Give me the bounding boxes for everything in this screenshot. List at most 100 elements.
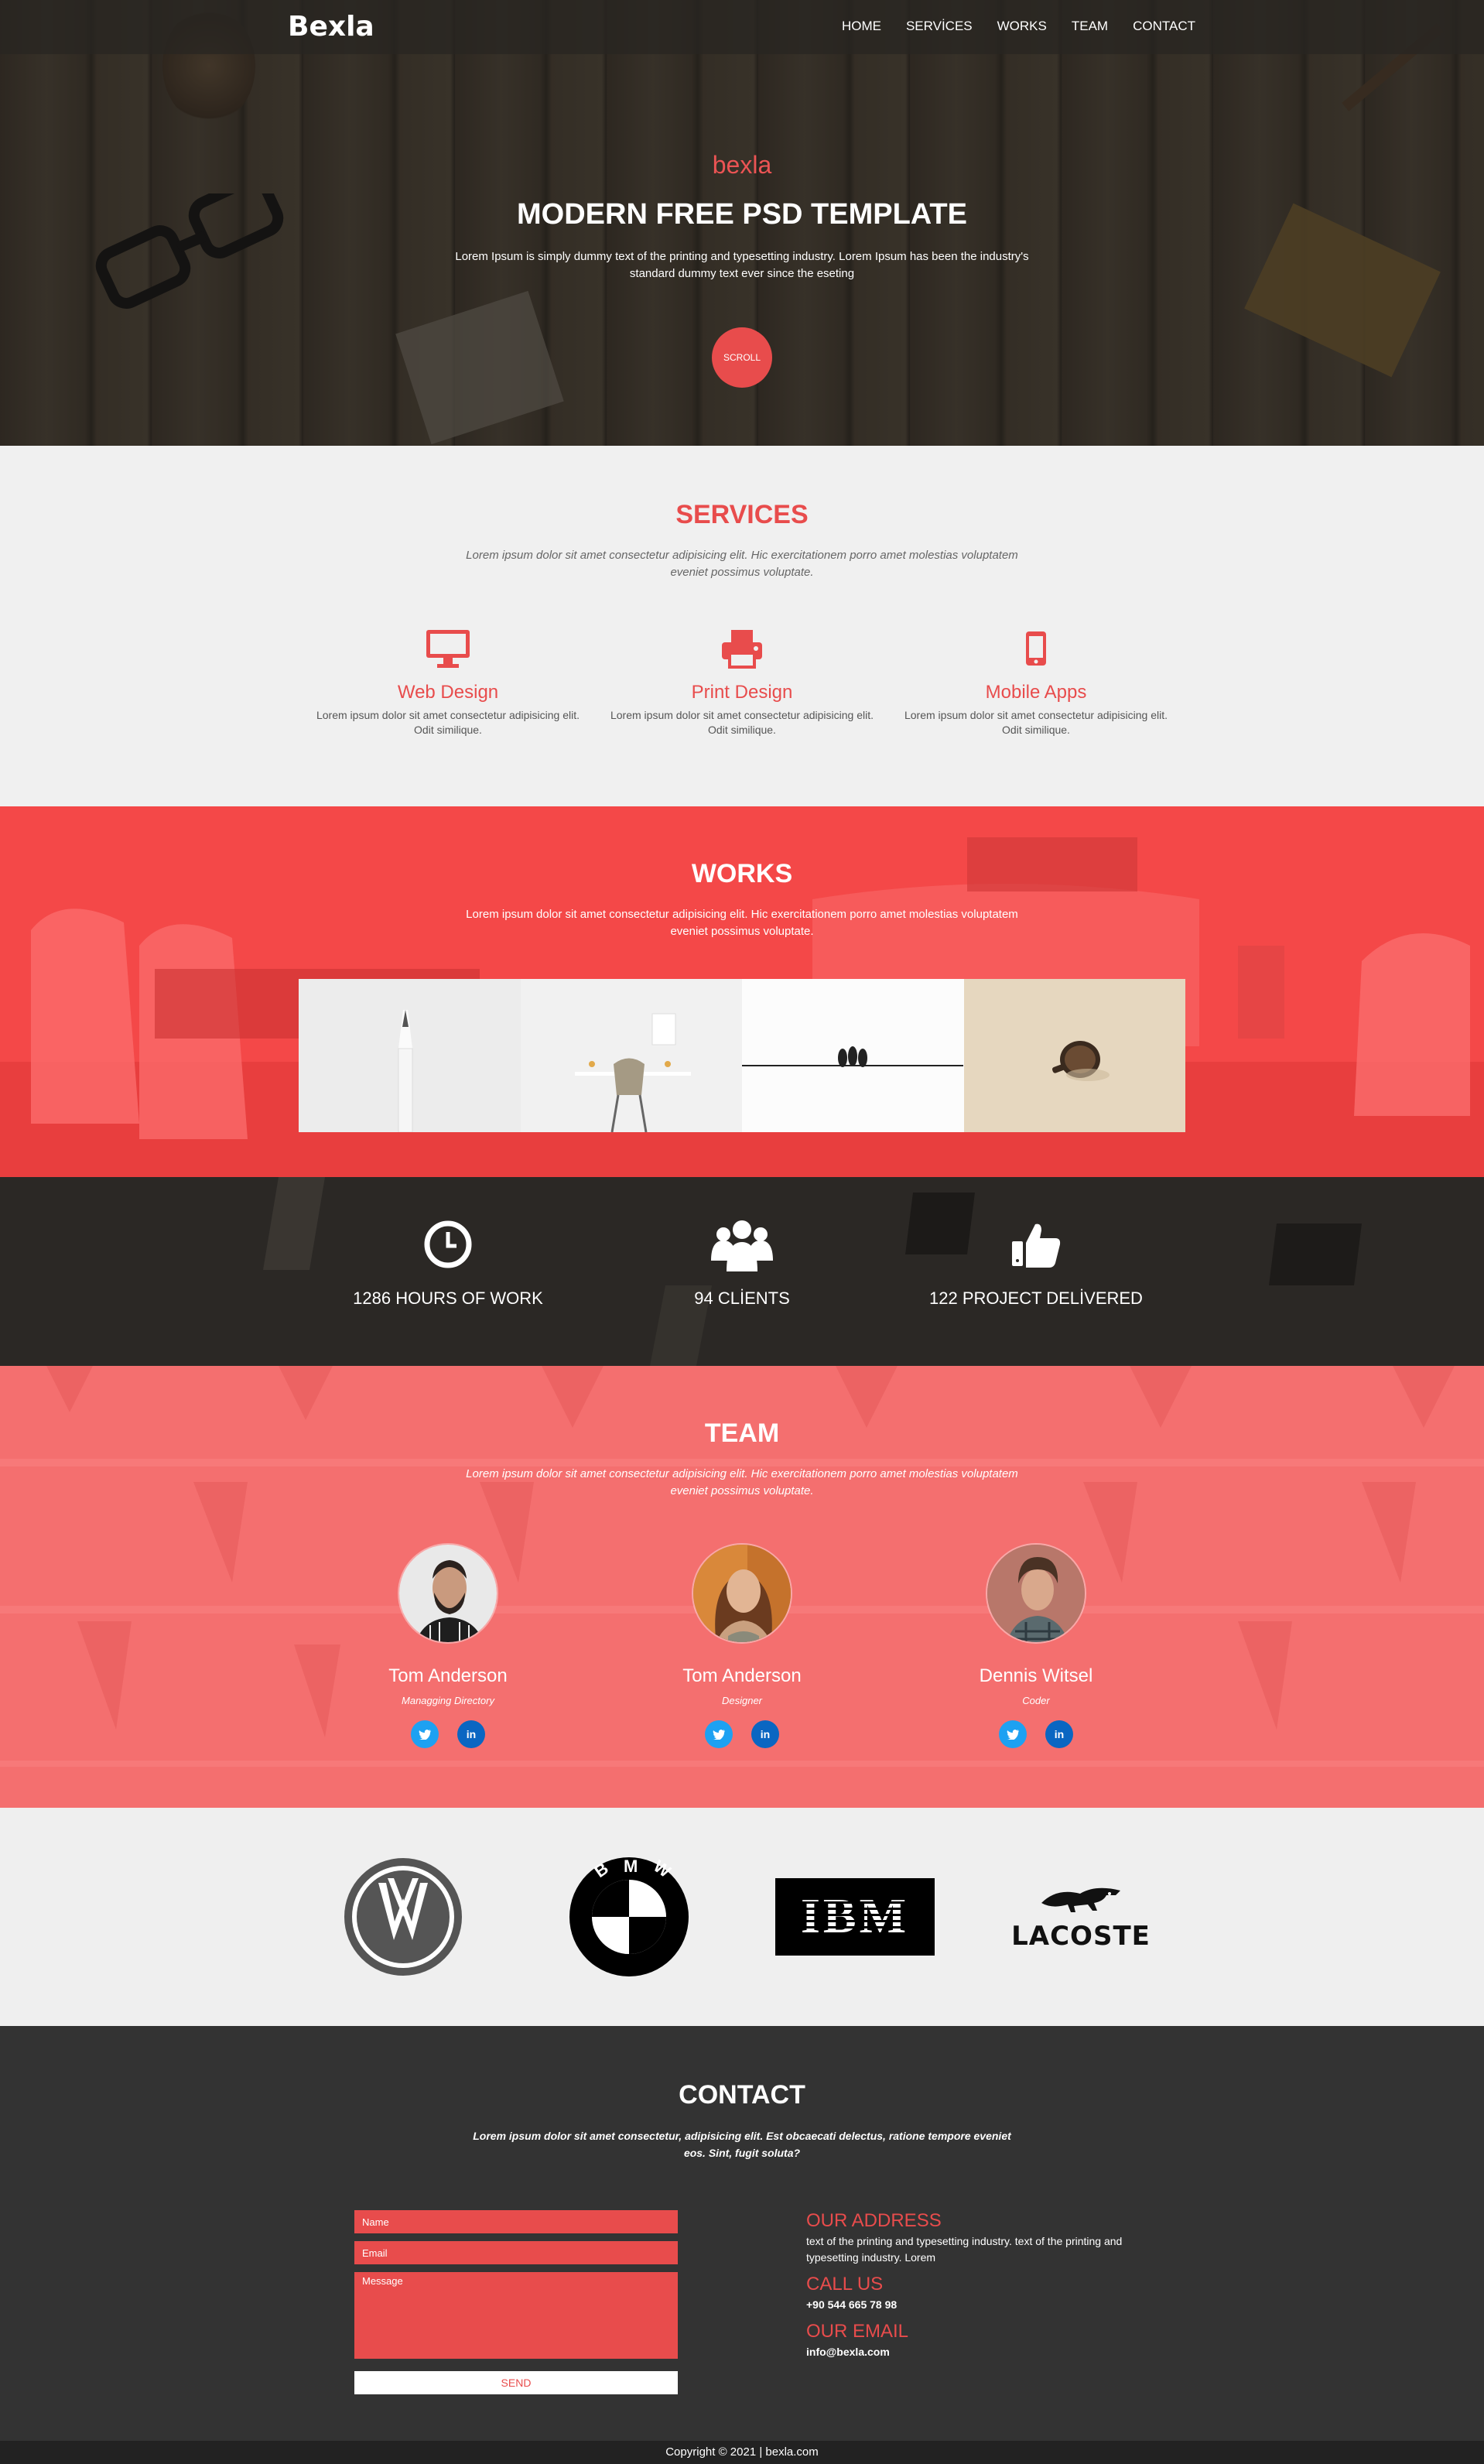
avatar [398,1543,498,1644]
contact-info: OUR ADDRESS text of the printing and typ… [806,2210,1136,2394]
service-item: Print Design Lorem ipsum dolor sit amet … [607,626,877,737]
nav-services[interactable]: SERVİCES [906,19,973,34]
lacoste-logo: LACOSTE [968,1883,1194,1952]
email-title: OUR EMAIL [806,2321,909,2342]
service-name: Print Design [691,682,793,703]
avatar [986,1543,1086,1644]
desk-image [574,1013,691,1132]
service-text: Lorem ipsum dolor sit amet consectetur a… [316,709,580,736]
mobile-icon [901,626,1171,671]
coffee-image [1051,1041,1110,1081]
nav-home[interactable]: HOME [842,19,881,34]
works-section: WORKS Lorem ipsum dolor sit amet consect… [0,806,1484,1177]
member-role: Designer [721,1695,763,1706]
send-button[interactable]: SEND [354,2371,678,2394]
work-tile-pencil[interactable] [299,979,521,1132]
works-title: WORKS [691,859,793,888]
works-subtitle: Lorem ipsum dolor sit amet consectetur a… [466,908,1018,938]
stats-list: 1286 HOURS OF WORK 94 CLİENTS 122 PROJEC… [0,1177,1484,1309]
contact-section: CONTACT Lorem ipsum dolor sit amet conse… [0,2026,1484,2441]
email-field[interactable] [354,2241,678,2264]
stat-label: 122 PROJECT DELİVERED [929,1288,1143,1308]
nav-contact[interactable]: CONTACT [1133,19,1195,34]
hero-content: bexla MODERN FREE PSD TEMPLATE Lorem Ips… [0,151,1484,388]
stat-item: 122 PROJECT DELİVERED [889,1217,1183,1309]
twitter-icon[interactable] [999,1720,1027,1748]
services-list: Web Design Lorem ipsum dolor sit amet co… [0,626,1484,737]
clock-icon [301,1217,595,1271]
team-member: Tom Anderson Managging Directory in [313,1543,583,1748]
works-content: WORKS Lorem ipsum dolor sit amet consect… [0,806,1484,1132]
twitter-icon[interactable] [411,1720,439,1748]
twitter-icon[interactable] [705,1720,733,1748]
bmw-logo: BMW [516,1855,742,1979]
stats-section: 1286 HOURS OF WORK 94 CLİENTS 122 PROJEC… [0,1177,1484,1366]
pencil-image [398,1010,413,1132]
stat-label: 1286 HOURS OF WORK [353,1288,543,1308]
message-field[interactable] [354,2272,678,2359]
services-title: SERVICES [675,500,809,529]
contact-form: SEND [354,2210,678,2394]
users-icon [595,1217,889,1271]
email-address[interactable]: info@bexla.com [806,2344,1136,2360]
ibm-logo: IBM [742,1878,968,1956]
address-text: text of the printing and typesetting ind… [806,2235,1123,2264]
printer-icon [607,626,877,671]
nav-team[interactable]: TEAM [1072,19,1108,34]
member-socials: in [901,1720,1171,1748]
member-role: Coder [1022,1695,1050,1706]
services-section: SERVICES Lorem ipsum dolor sit amet cons… [0,446,1484,806]
works-gallery [299,979,1185,1132]
linkedin-icon[interactable]: in [1045,1720,1073,1748]
stat-label: 94 CLİENTS [694,1288,790,1308]
svg-text:M: M [624,1857,638,1876]
service-item: Mobile Apps Lorem ipsum dolor sit amet c… [901,626,1171,737]
team-section: TEAM Lorem ipsum dolor sit amet consecte… [0,1366,1484,1808]
call-title: CALL US [806,2274,884,2295]
phone-number[interactable]: +90 544 665 78 98 [806,2297,1136,2313]
work-tile-desk[interactable] [520,979,742,1132]
hero-brand: bexla [712,151,772,179]
footer: Copyright © 2021 | bexla.com [0,2441,1484,2464]
birds-image [742,1046,963,1067]
hero-text: Lorem Ipsum is simply dummy text of the … [455,250,1029,280]
service-text: Lorem ipsum dolor sit amet consectetur a… [610,709,874,736]
address-title: OUR ADDRESS [806,2210,942,2231]
service-text: Lorem ipsum dolor sit amet consectetur a… [904,709,1168,736]
work-tile-coffee[interactable] [963,979,1185,1132]
service-name: Web Design [397,682,499,703]
linkedin-icon[interactable]: in [457,1720,485,1748]
member-name: Dennis Witsel [979,1665,1093,1686]
team-content: TEAM Lorem ipsum dolor sit amet consecte… [0,1366,1484,1748]
contact-subtitle: Lorem ipsum dolor sit amet consectetur, … [473,2130,1011,2159]
contact-body: SEND OUR ADDRESS text of the printing an… [354,2210,1136,2394]
member-role: Managging Directory [402,1695,494,1706]
thumbs-up-icon [889,1217,1183,1271]
site-logo[interactable]: Bexla [288,11,374,43]
hero-section: bexla MODERN FREE PSD TEMPLATE Lorem Ips… [0,0,1484,446]
nav-works[interactable]: WORKS [997,19,1047,34]
contact-title: CONTACT [679,2080,805,2110]
member-socials: in [313,1720,583,1748]
team-member: Dennis Witsel Coder in [901,1543,1171,1748]
brands-section: BMW IBM LACOSTE [0,1808,1484,2026]
service-item: Web Design Lorem ipsum dolor sit amet co… [313,626,583,737]
team-member: Tom Anderson Designer in [607,1543,877,1748]
hero-title: MODERN FREE PSD TEMPLATE [517,198,967,231]
avatar [692,1543,792,1644]
team-title: TEAM [704,1419,780,1448]
service-name: Mobile Apps [985,682,1087,703]
work-tile-birds[interactable] [742,979,964,1132]
services-subtitle: Lorem ipsum dolor sit amet consectetur a… [466,549,1018,579]
monitor-icon [313,626,583,671]
team-subtitle: Lorem ipsum dolor sit amet consectetur a… [466,1467,1018,1497]
linkedin-icon[interactable]: in [751,1720,779,1748]
member-socials: in [607,1720,877,1748]
crocodile-icon [1041,1887,1120,1912]
top-navbar: Bexla HOME SERVİCES WORKS TEAM CONTACT [0,0,1484,54]
member-name: Tom Anderson [388,1665,508,1686]
stat-item: 94 CLİENTS [595,1217,889,1309]
name-field[interactable] [354,2210,678,2233]
vw-logo [290,1855,516,1979]
scroll-button[interactable]: SCROLL [712,327,772,388]
